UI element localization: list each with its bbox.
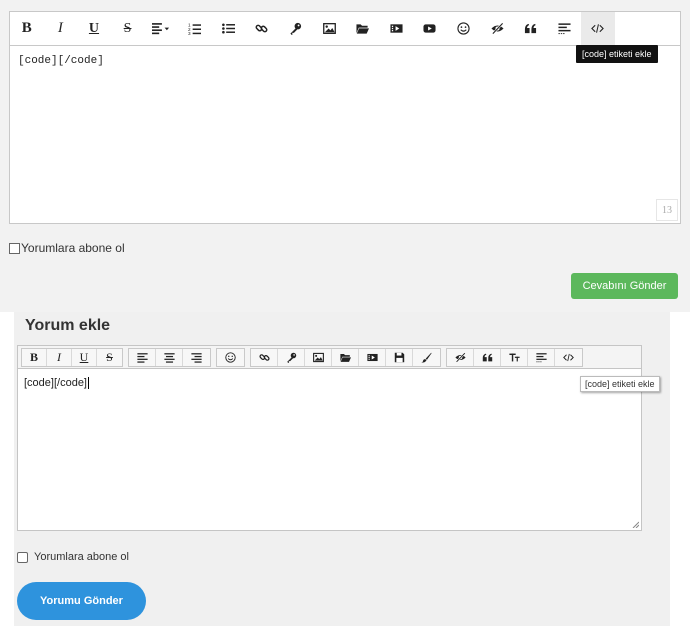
send-reply-button[interactable]: Cevabını Gönder [571,273,678,299]
video-button[interactable] [380,12,414,45]
ordered-list-button[interactable]: 123 [178,12,212,45]
subscribe-row[interactable]: Yorumlara abone ol [9,241,125,255]
align-left-dropdown-icon [152,22,170,35]
brush-icon [421,352,432,363]
image-icon [312,352,324,363]
text-caret [88,377,89,390]
folder-icon [339,352,351,363]
floppy-icon [394,352,405,363]
youtube-icon [423,22,436,35]
video-icon [390,22,403,35]
text-lines-icon [558,22,571,35]
comment-title: Yorum ekle [25,317,111,334]
spoiler-button[interactable] [447,348,474,366]
folder-button[interactable] [332,348,359,366]
comment-panel: Yorum ekle BIUS [code][/code] [code] eti… [14,312,670,626]
emoji-button[interactable] [447,12,481,45]
link-icon [258,352,270,363]
strikethrough-button[interactable]: S [97,349,122,366]
align-left-icon [136,352,148,363]
code-button[interactable] [581,12,615,45]
italic-button[interactable]: I [44,12,78,45]
underline-button[interactable]: U [72,348,97,366]
text-lines-icon [535,352,547,363]
image-button[interactable] [312,12,346,45]
link-icon [255,22,268,35]
send-comment-button[interactable]: Yorumu Gönder [17,582,146,620]
code-button[interactable] [555,349,582,366]
eye-slash-icon [491,22,504,35]
paragraph-button[interactable] [528,348,555,366]
align-center-button[interactable] [156,348,183,366]
bold-button[interactable]: B [10,12,44,45]
subscribe-row[interactable]: Yorumlara abone ol [17,551,129,563]
align-right-icon [191,352,202,363]
reply-panel: BIUS 123 [code][/code] 13 [code] etiketi … [0,0,690,312]
key-button[interactable] [279,12,313,45]
key-icon [289,22,302,35]
toolbar-group [250,347,441,367]
save-button[interactable] [386,348,413,366]
char-counter: 13 [656,199,678,221]
ordered-list-icon: 123 [188,22,202,35]
svg-text:3: 3 [188,31,191,35]
align-center-icon [163,352,175,363]
align-dropdown-button[interactable] [144,12,178,45]
key-button[interactable] [278,348,305,366]
spoiler-button[interactable] [480,12,514,45]
video-icon [366,352,378,363]
smile-icon [225,351,236,363]
smile-icon [457,22,470,35]
image-icon [322,22,336,35]
eye-slash-icon [454,352,466,363]
comment-editor-text[interactable]: [code][/code] [24,377,89,390]
image-button[interactable] [305,348,332,366]
quote-icon [524,22,537,35]
code-tooltip: [code] etiketi ekle [576,45,658,63]
bullet-list-icon [221,22,235,35]
paragraph-button[interactable] [548,12,582,45]
subscribe-checkbox[interactable] [9,242,20,254]
emoji-button[interactable] [217,349,244,366]
quote-icon [482,352,493,363]
quote-button[interactable] [514,12,548,45]
code-icon [591,22,605,35]
toolbar-group: BIUS [21,347,123,367]
toolbar-group [216,347,245,367]
text-size-button[interactable] [501,348,528,366]
code-tooltip: [code] etiketi ekle [580,376,660,392]
comment-toolbar: BIUS [17,345,642,368]
comment-text-content: [code][/code] [24,377,87,389]
video-button[interactable] [359,348,386,366]
align-left-button[interactable] [129,348,156,366]
toolbar-group [446,347,583,367]
youtube-button[interactable] [413,12,447,45]
comment-editor[interactable]: [code][/code] [17,368,642,531]
subscribe-checkbox[interactable] [17,551,28,563]
reply-toolbar: BIUS 123 [10,12,680,46]
underline-button[interactable]: U [77,12,111,45]
resize-handle-icon[interactable] [632,521,639,528]
link-button[interactable] [251,348,278,366]
subscribe-label: Yorumlara abone ol [34,551,129,563]
quote-button[interactable] [474,348,501,366]
link-button[interactable] [245,12,279,45]
italic-button[interactable]: I [47,348,72,366]
toolbar-group [128,347,211,367]
reply-editor: BIUS 123 [code][/code] 13 [9,11,681,224]
brush-button[interactable] [413,349,440,366]
text-height-icon [508,352,520,363]
reply-editor-text[interactable]: [code][/code] [18,55,104,67]
code-icon [563,352,574,363]
key-icon [286,352,297,363]
strikethrough-button[interactable]: S [111,12,145,45]
folder-button[interactable] [346,12,380,45]
folder-icon [356,22,370,35]
bullet-list-button[interactable] [212,12,246,45]
subscribe-label: Yorumlara abone ol [21,241,125,255]
align-right-button[interactable] [183,349,210,366]
bold-button[interactable]: B [22,348,47,366]
